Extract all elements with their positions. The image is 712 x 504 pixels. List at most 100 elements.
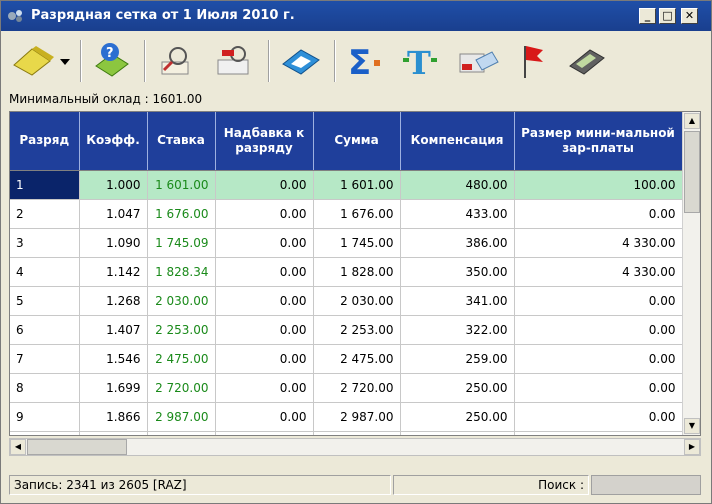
table-cell[interactable]: 7 [10,344,80,374]
table-cell[interactable]: 1.047 [79,199,148,229]
table-cell[interactable]: 3 279.00 [313,431,401,435]
table-cell[interactable]: 0.00 [215,431,314,435]
table-cell[interactable]: 4 330.00 [514,257,683,287]
search-button[interactable] [150,36,202,86]
table-cell[interactable]: 1 745.00 [313,228,401,258]
table-cell[interactable]: 250.00 [400,402,515,432]
table-cell[interactable]: 341.00 [400,286,515,316]
column-header[interactable]: Компенсация [400,112,515,171]
table-row[interactable]: 8 1.699 2 720.00 0.00 2 720.00 250.00 0.00 [10,373,683,403]
table-cell[interactable]: 1.699 [79,373,148,403]
horizontal-scroll-thumb[interactable] [27,439,127,455]
table-cell[interactable]: 240.00 [400,431,515,435]
table-cell[interactable]: 2 720.00 [313,373,401,403]
table-cell[interactable]: 0.00 [215,286,314,316]
column-header[interactable]: Коэфф. [79,112,148,171]
table-cell[interactable]: 0.00 [215,228,314,258]
table-cell[interactable]: 0.00 [215,402,314,432]
table-cell[interactable]: 259.00 [400,344,515,374]
table-row[interactable]: 5 1.268 2 030.00 0.00 2 030.00 341.00 0.00 [10,286,683,316]
table-cell[interactable]: 0.00 [215,373,314,403]
table-cell[interactable]: 0.00 [514,199,683,229]
table-row[interactable]: 1 1.000 1 601.00 0.00 1 601.00 480.00 100.00 [10,170,683,200]
table-cell[interactable]: 0.00 [514,344,683,374]
table-cell[interactable]: 2 030.00 [147,286,216,316]
table-cell[interactable]: 480.00 [400,170,515,200]
table-cell[interactable]: 1.000 [79,170,148,200]
table-cell[interactable]: 6 [10,315,80,345]
table-cell[interactable]: 0.00 [215,344,314,374]
title-bar[interactable]: Разрядная сетка от 1 Июля 2010 г. _ □ ✕ [1,1,711,31]
search-field[interactable] [591,475,701,495]
table-cell[interactable]: 0.00 [215,170,314,200]
table-cell[interactable]: 322.00 [400,315,515,345]
table-cell[interactable]: 2 987.00 [147,402,216,432]
horizontal-scrollbar[interactable]: ◀ ▶ [9,438,701,456]
help-button[interactable]: ? [86,36,138,86]
table-cell[interactable]: 1.090 [79,228,148,258]
table-cell[interactable]: 386.00 [400,228,515,258]
table-cell[interactable]: 1.268 [79,286,148,316]
table-cell[interactable]: 9 [10,402,80,432]
table-cell[interactable]: 350.00 [400,257,515,287]
table-cell[interactable]: 1.407 [79,315,148,345]
table-cell[interactable]: 1 745.09 [147,228,216,258]
table-cell[interactable]: 4 [10,257,80,287]
table-cell[interactable]: 10 [10,431,80,435]
table-cell[interactable]: 5 [10,286,80,316]
table-cell[interactable]: 2 475.00 [313,344,401,374]
close-button[interactable]: ✕ [681,8,698,24]
table-cell[interactable]: 4 330.00 [514,228,683,258]
table-cell[interactable]: 3 279.00 [147,431,216,435]
table-row[interactable]: 3 1.090 1 745.09 0.00 1 745.00 386.00 4 330.00 [10,228,683,258]
table-cell[interactable]: 0.00 [514,315,683,345]
table-cell[interactable]: 0.00 [215,199,314,229]
column-header[interactable]: Размер мини-мальной зар-платы [514,112,683,171]
table-cell[interactable]: 2.048 [79,431,148,435]
table-cell[interactable]: 100.00 [514,170,683,200]
table-cell[interactable]: 8 [10,373,80,403]
table-cell[interactable]: 2 720.00 [147,373,216,403]
table-cell[interactable]: 0.00 [215,315,314,345]
scroll-right-button[interactable]: ▶ [684,439,700,455]
table-cell[interactable]: 2 987.00 [313,402,401,432]
table-cell[interactable]: 1 828.00 [313,257,401,287]
table-row[interactable]: 7 1.546 2 475.00 0.00 2 475.00 259.00 0.00 [10,344,683,374]
table-cell[interactable]: 1.142 [79,257,148,287]
edit-record-button[interactable] [274,36,326,86]
table-row[interactable]: 2 1.047 1 676.00 0.00 1 676.00 433.00 0.00 [10,199,683,229]
table-cell[interactable]: 2 030.00 [313,286,401,316]
table-cell[interactable]: 2 253.00 [313,315,401,345]
scroll-up-button[interactable]: ▲ [684,113,700,129]
table-row[interactable]: 6 1.407 2 253.00 0.00 2 253.00 322.00 0.00 [10,315,683,345]
data-grid[interactable]: Разряд Коэфф. Ставка Надбавка к разряду Сумм… [9,111,701,436]
table-cell[interactable]: 0.00 [514,402,683,432]
column-header[interactable]: Сумма [313,112,401,171]
sum-button[interactable]: Σ [338,36,390,86]
filter-button[interactable] [208,36,260,86]
minimize-button[interactable]: _ [639,8,656,24]
table-row[interactable]: 9 1.866 2 987.00 0.00 2 987.00 250.00 0.00 [10,402,683,432]
table-cell[interactable]: 0.00 [514,373,683,403]
table-cell[interactable]: 1 601.00 [313,170,401,200]
table-cell[interactable]: 1.546 [79,344,148,374]
table-cell[interactable]: 1 676.00 [147,199,216,229]
table-cell[interactable]: 3 [10,228,80,258]
scroll-down-button[interactable]: ▼ [684,418,700,434]
text-format-button[interactable]: T [394,36,446,86]
maximize-button[interactable]: □ [659,8,676,24]
table-cell[interactable]: 2 253.00 [147,315,216,345]
scroll-left-button[interactable]: ◀ [10,439,26,455]
table-cell[interactable]: 1 [10,170,80,200]
vertical-scrollbar[interactable]: ▲ ▼ [682,112,700,435]
table-cell[interactable]: 1 828.34 [147,257,216,287]
table-row[interactable]: 102.0483 279.000.003 279.00240.000.00 [10,431,683,435]
table-cell[interactable]: 1.866 [79,402,148,432]
column-header[interactable]: Надбавка к разряду [215,112,314,171]
column-header[interactable]: Ставка [147,112,216,171]
vertical-scroll-thumb[interactable] [684,131,700,213]
table-cell[interactable]: 2 [10,199,80,229]
table-cell[interactable]: 0.00 [514,286,683,316]
flag-button[interactable] [506,36,558,86]
table-cell[interactable]: 1 676.00 [313,199,401,229]
